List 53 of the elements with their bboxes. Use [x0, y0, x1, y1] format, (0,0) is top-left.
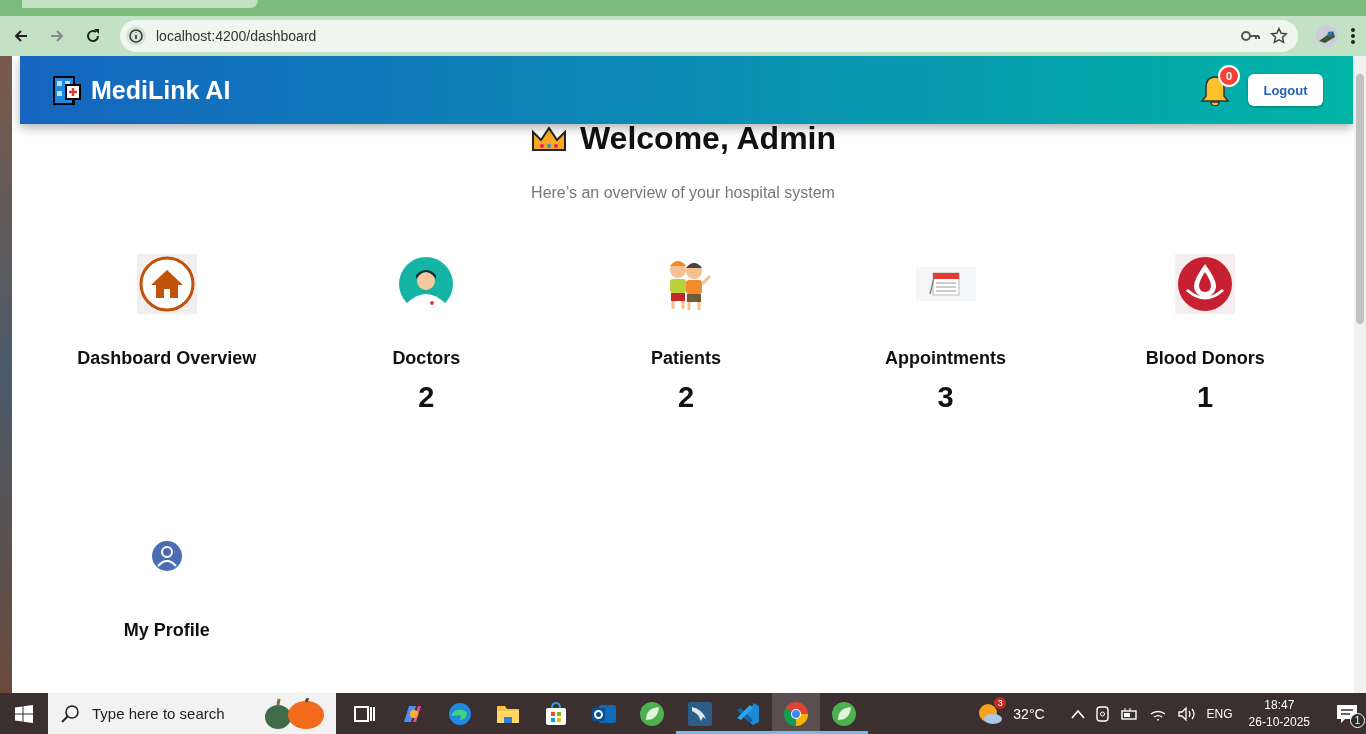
key-icon[interactable] [1240, 28, 1260, 44]
chevron-up-icon[interactable] [1070, 708, 1085, 719]
pumpkins-icon [262, 697, 326, 730]
taskbar-search-box[interactable]: Type here to search [48, 693, 336, 734]
scrollbar-thumb[interactable] [1356, 74, 1364, 324]
speaker-icon[interactable] [1176, 705, 1197, 722]
language-indicator[interactable]: ENG [1206, 706, 1233, 721]
card-count: 3 [937, 381, 954, 414]
card-title[interactable]: My Profile [123, 620, 210, 641]
calendar-icon [915, 267, 976, 301]
logout-button[interactable]: Logout [1248, 74, 1323, 106]
edge-browser-icon[interactable] [448, 701, 472, 726]
forward-arrow-icon [49, 28, 65, 44]
dolphin-database-icon[interactable] [687, 700, 713, 727]
profile-avatar-icon[interactable] [1316, 25, 1338, 47]
address-bar[interactable]: localhost:4200/dashboard [120, 20, 1298, 52]
hospital-icon [52, 75, 82, 105]
back-arrow-icon [13, 28, 29, 44]
card-title[interactable]: Doctors [392, 348, 461, 369]
leaf-icon[interactable] [639, 700, 665, 727]
temperature-text[interactable]: 32°C [1013, 705, 1045, 722]
weather-icon[interactable] [977, 701, 1004, 726]
battery-icon[interactable] [1120, 706, 1139, 721]
brand-title: MediLink AI [91, 75, 231, 105]
weather-badge: 3 [994, 696, 1007, 709]
search-icon [60, 703, 80, 724]
taskbar-search-field[interactable]: Type here to search [90, 704, 252, 723]
blood-drop-icon [1175, 254, 1236, 314]
windows-logo-icon [15, 704, 33, 723]
leaf-icon[interactable] [831, 700, 857, 727]
card-count: 2 [418, 381, 435, 414]
notification-badge: 0 [1218, 65, 1240, 87]
camera-icon[interactable] [1094, 704, 1111, 723]
welcome-heading: Welcome, Admin [579, 120, 836, 157]
store-bag-icon[interactable] [544, 701, 568, 726]
house-icon [136, 254, 197, 314]
more-menu-icon[interactable] [1348, 26, 1358, 46]
code-editor-icon[interactable] [735, 700, 761, 727]
bell-icon[interactable] [1200, 74, 1230, 106]
welcome-subtitle: Here’s an overview of your hospital system [530, 184, 836, 202]
card-title[interactable]: Appointments [885, 348, 1007, 369]
info-icon [126, 26, 146, 46]
card-title[interactable]: Dashboard Overview [77, 348, 257, 369]
taskbar-clock[interactable]: 18:47 26-10-2025 [1248, 696, 1310, 731]
url-text: localhost:4200/dashboard [156, 28, 318, 44]
chrome-browser-icon[interactable] [783, 700, 809, 727]
card-count: 2 [677, 381, 695, 414]
reload-icon [85, 28, 101, 44]
star-icon[interactable] [1270, 27, 1288, 45]
card-title[interactable]: Blood Donors [1145, 348, 1265, 369]
card-title[interactable]: Patients [650, 348, 721, 369]
card-count: 1 [1197, 381, 1214, 414]
user-icon [151, 541, 182, 571]
